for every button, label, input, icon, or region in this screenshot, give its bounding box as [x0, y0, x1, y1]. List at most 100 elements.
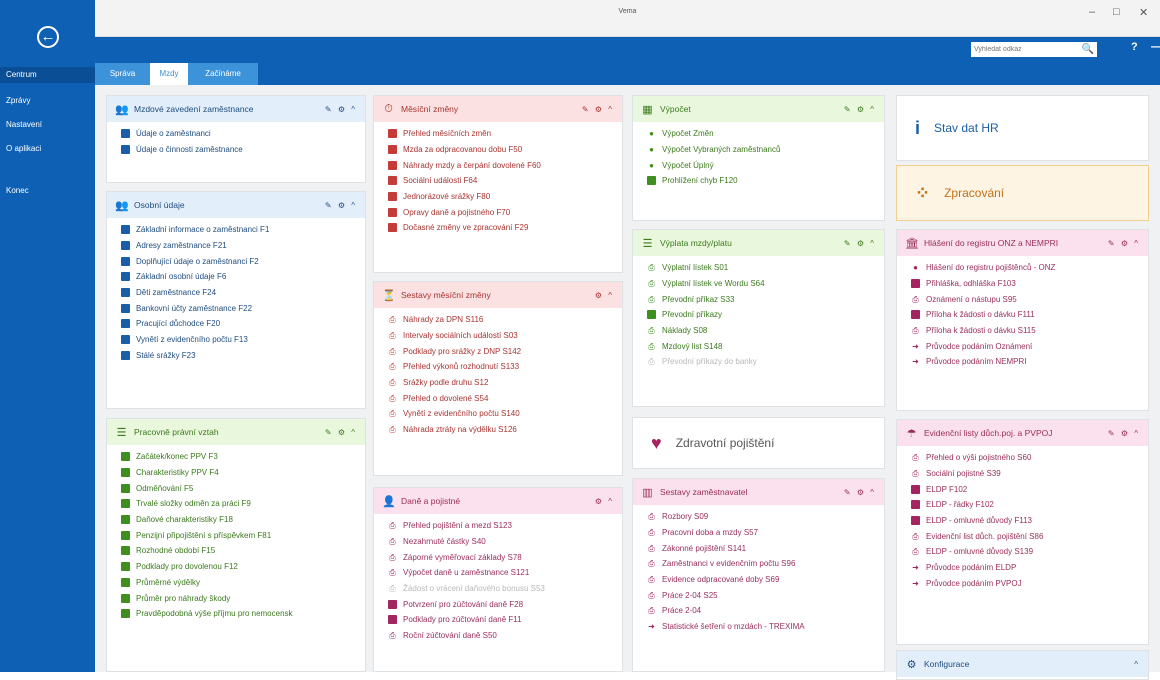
card-controls[interactable]: ✎ ⚙ ^: [844, 239, 876, 248]
search-icon[interactable]: 🔍: [1079, 42, 1097, 57]
card-controls[interactable]: ✎ ⚙ ^: [844, 105, 876, 114]
menu-link[interactable]: Údaje o činnosti zaměstnance: [121, 142, 365, 158]
card-zpracovani[interactable]: ⁘ Zpracování: [896, 165, 1149, 221]
menu-link[interactable]: Převodní příkazy: [647, 307, 884, 323]
card-controls[interactable]: ✎ ⚙ ^: [1108, 239, 1140, 248]
menu-link[interactable]: ➜ Průvodce podáním NEMPRI: [911, 354, 1148, 370]
card-controls[interactable]: ⚙ ^: [595, 291, 614, 300]
menu-link[interactable]: ⎙ Evidenční list důch. pojištění S86: [911, 528, 1148, 544]
card-title[interactable]: Zdravotní pojištění: [676, 436, 775, 450]
menu-link[interactable]: ➜ Průvodce podáním PVPOJ: [911, 576, 1148, 592]
menu-link[interactable]: ⎙ Práce 2-04: [647, 603, 884, 619]
card-controls[interactable]: ⚙ ^: [595, 497, 614, 506]
menu-link[interactable]: Dočasné změny ve zpracování F29: [388, 220, 622, 236]
menu-link[interactable]: Adresy zaměstnance F21: [121, 238, 365, 254]
sidebar-item-nastaveni[interactable]: Nastavení: [0, 117, 95, 133]
menu-link[interactable]: Daňové charakteristiky F18: [121, 512, 365, 528]
menu-link[interactable]: Vynětí z evidenčního počtu F13: [121, 332, 365, 348]
menu-link[interactable]: Stálé srážky F23: [121, 348, 365, 364]
menu-link[interactable]: Opravy daně a pojistného F70: [388, 204, 622, 220]
menu-link[interactable]: ⎙ Náhrada ztráty na výdělku S126: [388, 422, 622, 438]
sidebar-item-konec[interactable]: Konec: [0, 183, 95, 199]
tab-mzdy[interactable]: Mzdy: [150, 63, 188, 85]
card-controls[interactable]: ^: [1134, 660, 1140, 669]
menu-link[interactable]: ⎙ Oznámení o nástupu S95: [911, 291, 1148, 307]
menu-link[interactable]: ● Výpočet Vybraných zaměstnanců: [647, 142, 884, 158]
menu-link[interactable]: Pravděpodobná výše příjmu pro nemocensk: [121, 606, 365, 622]
menu-link[interactable]: ⎙ Převodní příkazy do banky: [647, 354, 884, 370]
menu-link[interactable]: Průměr pro náhrady škody: [121, 590, 365, 606]
menu-link[interactable]: ➜ Průvodce podáním ELDP: [911, 560, 1148, 576]
menu-link[interactable]: ⎙ Přehled výkonů rozhodnutí S133: [388, 359, 622, 375]
menu-link[interactable]: ⎙ Podklady pro srážky z DNP S142: [388, 343, 622, 359]
sidebar-item-zpravy[interactable]: Zprávy: [0, 93, 95, 109]
menu-link[interactable]: ⎙ Výplatní lístek ve Wordu S64: [647, 276, 884, 292]
menu-link[interactable]: ● Výpočet Změn: [647, 126, 884, 142]
menu-link[interactable]: Podklady pro zúčtování daně F11: [388, 612, 622, 628]
menu-link[interactable]: Mzda za odpracovanou dobu F50: [388, 142, 622, 158]
menu-link[interactable]: ⎙ Roční zúčtování daně S50: [388, 628, 622, 644]
menu-link[interactable]: Základní informace o zaměstnanci F1: [121, 222, 365, 238]
menu-link[interactable]: ⎙ Práce 2-04 S25: [647, 587, 884, 603]
menu-link[interactable]: ELDP - omluvné důvody F113: [911, 513, 1148, 529]
menu-link[interactable]: Charakteristiky PPV F4: [121, 465, 365, 481]
menu-link[interactable]: Trvalé složky odměn za práci F9: [121, 496, 365, 512]
card-controls[interactable]: ✎ ⚙ ^: [582, 105, 614, 114]
menu-link[interactable]: ⎙ Příloha k žádosti o dávku S115: [911, 323, 1148, 339]
menu-link[interactable]: ⎙ Srážky podle druhu S12: [388, 375, 622, 391]
menu-link[interactable]: ⎙ Vynětí z evidenčního počtu S140: [388, 406, 622, 422]
card-controls[interactable]: ✎ ⚙ ^: [844, 488, 876, 497]
menu-link[interactable]: ⎙ Mzdový list S148: [647, 338, 884, 354]
menu-link[interactable]: Pracující důchodce F20: [121, 316, 365, 332]
menu-link[interactable]: ⎙ Záporné vyměřovací základy S78: [388, 549, 622, 565]
tab-sprava[interactable]: Správa: [95, 63, 150, 85]
close-icon[interactable]: ✕: [1139, 6, 1148, 19]
tab-zaciname[interactable]: Začínáme: [188, 63, 258, 85]
card-controls[interactable]: ✎ ⚙ ^: [1108, 429, 1140, 438]
sidebar-item-centrum[interactable]: Centrum: [0, 67, 95, 83]
sidebar-item-o-aplikaci[interactable]: O aplikaci: [0, 141, 95, 157]
menu-link[interactable]: ⎙ Evidence odpracované doby S69: [647, 572, 884, 588]
menu-link[interactable]: ⎙ Přehled o výši pojistného S60: [911, 450, 1148, 466]
menu-link[interactable]: ⎙ Přehled pojištění a mezd S123: [388, 518, 622, 534]
menu-link[interactable]: ⎙ Výpočet daně u zaměstnance S121: [388, 565, 622, 581]
menu-link[interactable]: ⎙ Převodní příkaz S33: [647, 291, 884, 307]
menu-link[interactable]: ⎙ ELDP - omluvné důvody S139: [911, 544, 1148, 560]
menu-link[interactable]: Základní osobní údaje F6: [121, 269, 365, 285]
menu-link[interactable]: ➜ Statistické šetření o mzdách - TREXIMA: [647, 619, 884, 635]
menu-link[interactable]: Potvrzení pro zúčtování daně F28: [388, 596, 622, 612]
card-zdravotni[interactable]: ♥ Zdravotní pojištění: [632, 417, 885, 469]
menu-link[interactable]: Sociální události F64: [388, 173, 622, 189]
menu-link[interactable]: ⎙ Rozbory S09: [647, 509, 884, 525]
card-controls[interactable]: ✎ ⚙ ^: [325, 201, 357, 210]
menu-link[interactable]: Odměňování F5: [121, 480, 365, 496]
menu-link[interactable]: Náhrady mzdy a čerpání dovolené F60: [388, 157, 622, 173]
menu-link[interactable]: ⎙ Zákonné pojištění S141: [647, 540, 884, 556]
menu-link[interactable]: Příloha k žádosti o dávku F111: [911, 307, 1148, 323]
help-button[interactable]: ?: [1131, 41, 1138, 53]
menu-link[interactable]: ⎙ Sociální pojistné S39: [911, 466, 1148, 482]
menu-link[interactable]: Penzijní připojištění s příspěvkem F81: [121, 527, 365, 543]
menu-link[interactable]: ⎙ Náklady S08: [647, 323, 884, 339]
menu-link[interactable]: ● Hlášení do registru pojištěnců - ONZ: [911, 260, 1148, 276]
menu-link[interactable]: ➜ Průvodce podáním Oznámení: [911, 338, 1148, 354]
maximize-icon[interactable]: □: [1113, 6, 1120, 18]
menu-link[interactable]: ⎙ Intervaly sociálních událostí S03: [388, 328, 622, 344]
menu-link[interactable]: ⎙ Náhrady za DPN S116: [388, 312, 622, 328]
menu-link[interactable]: Jednorázové srážky F80: [388, 189, 622, 205]
dash-button[interactable]: —: [1151, 39, 1160, 53]
back-arrow-icon[interactable]: ←: [37, 26, 59, 48]
menu-link[interactable]: ⎙ Žádost o vrácení daňového bonusu S53: [388, 581, 622, 597]
card-controls[interactable]: ✎ ⚙ ^: [325, 105, 357, 114]
menu-link[interactable]: ⎙ Výplatní lístek S01: [647, 260, 884, 276]
card-controls[interactable]: ✎ ⚙ ^: [325, 428, 357, 437]
menu-link[interactable]: ELDP - řádky F102: [911, 497, 1148, 513]
menu-link[interactable]: ELDP F102: [911, 481, 1148, 497]
menu-link[interactable]: Doplňující údaje o zaměstnanci F2: [121, 253, 365, 269]
menu-link[interactable]: Přihláška, odhláška F103: [911, 276, 1148, 292]
menu-link[interactable]: ● Výpočet Úplný: [647, 157, 884, 173]
menu-link[interactable]: ⎙ Zaměstnanci v evidenčním počtu S96: [647, 556, 884, 572]
menu-link[interactable]: ⎙ Nezahrnuté částky S40: [388, 534, 622, 550]
menu-link[interactable]: Přehled měsíčních změn: [388, 126, 622, 142]
menu-link[interactable]: Podklady pro dovolenou F12: [121, 559, 365, 575]
